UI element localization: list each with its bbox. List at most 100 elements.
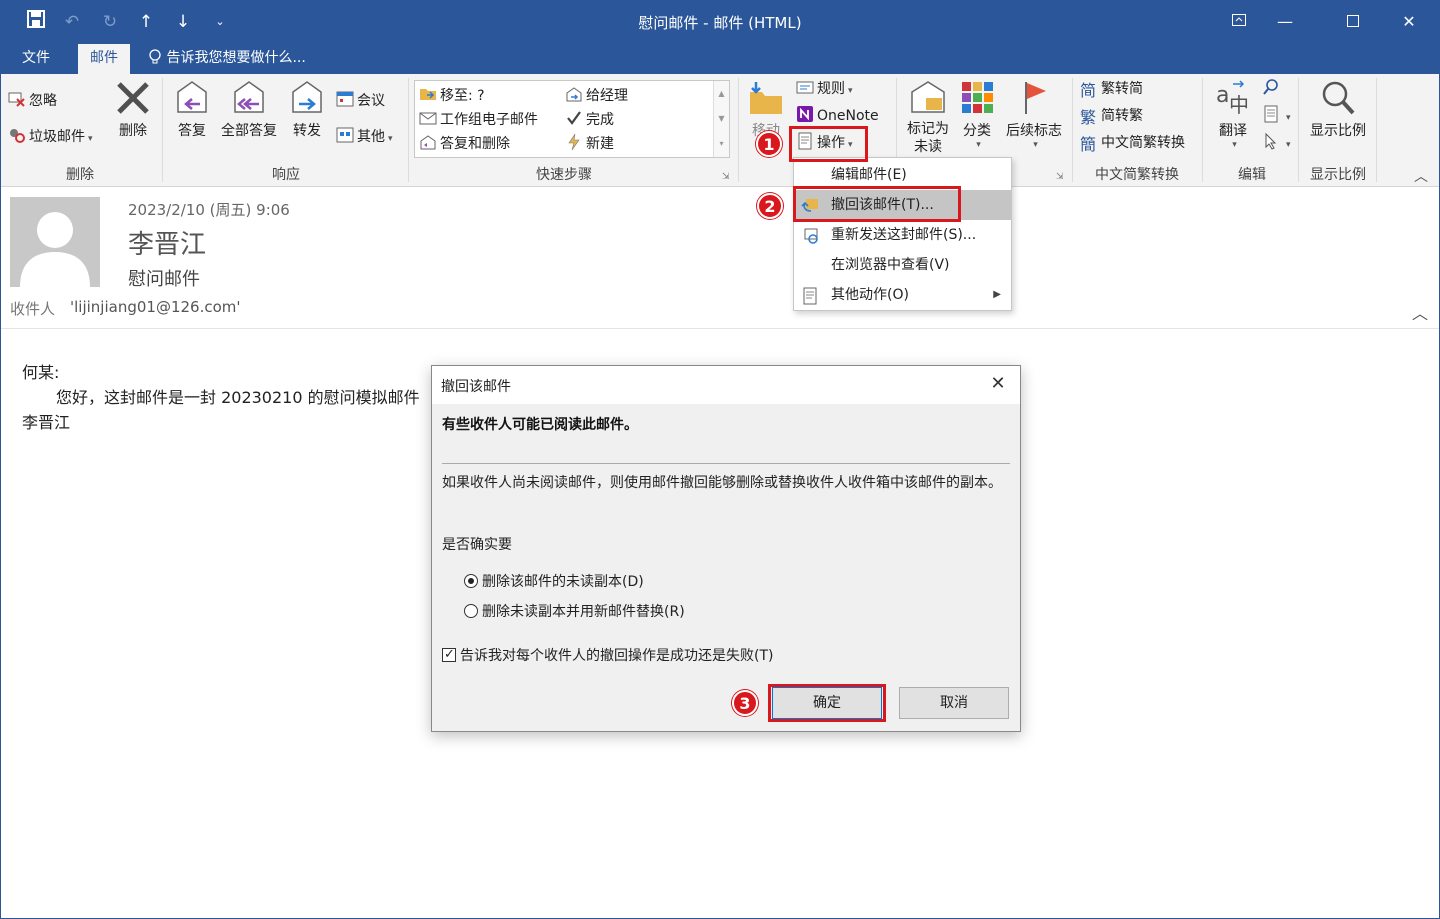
- related-button[interactable]: ▾: [1262, 105, 1291, 127]
- to-recipient[interactable]: 'lijinjiang01@126.com': [70, 298, 241, 316]
- collapse-header-icon[interactable]: ︿: [1412, 300, 1428, 324]
- group-separator: [1376, 78, 1377, 182]
- quick-step-to-manager[interactable]: 给经理: [565, 85, 628, 107]
- tell-me-box[interactable]: 告诉我您想要做什么...: [148, 44, 306, 74]
- radio-button[interactable]: [464, 604, 478, 618]
- zoom-icon: [1322, 81, 1355, 115]
- group-separator: [1202, 78, 1203, 182]
- dialog-launcher-icon[interactable]: ⇲: [1056, 172, 1064, 182]
- menu-item-view-in-browser[interactable]: 在浏览器中查看(V): [794, 250, 1011, 280]
- chinese-conversion-button[interactable]: 簡中文简繁转换: [1080, 132, 1185, 154]
- radio-delete-unread[interactable]: 删除该邮件的未读副本(D): [464, 572, 644, 592]
- quick-step-team-email[interactable]: 工作组电子邮件: [419, 109, 538, 131]
- close-icon[interactable]: ✕: [1386, 4, 1432, 40]
- group-separator: [1072, 78, 1073, 182]
- group-label-delete: 删除: [66, 167, 94, 183]
- chevron-down-icon: ▾: [1033, 140, 1038, 150]
- maximize-icon[interactable]: [1330, 4, 1376, 40]
- svg-text:中: 中: [1229, 93, 1249, 117]
- message-subject: 慰问邮件: [128, 269, 200, 290]
- reply-delete-icon: [419, 133, 437, 151]
- find-button[interactable]: [1262, 78, 1283, 100]
- gallery-more-icon[interactable]: ▾: [714, 131, 729, 156]
- dialog-question: 是否确实要: [442, 537, 512, 553]
- quick-step-move-to[interactable]: 移至: ?: [419, 85, 485, 107]
- reply-button[interactable]: 答复: [168, 78, 216, 140]
- onenote-button[interactable]: OneNote: [796, 105, 879, 127]
- to-simplified-button[interactable]: 简繁转简: [1080, 78, 1143, 100]
- scroll-down-icon[interactable]: ▼: [714, 106, 729, 131]
- translate-button[interactable]: a中 翻译 ▾: [1208, 78, 1258, 150]
- cancel-button[interactable]: 取消: [899, 687, 1009, 719]
- group-separator: [162, 78, 163, 182]
- mark-unread-icon: [911, 81, 945, 113]
- move-folder-icon: [750, 82, 782, 114]
- group-label-editing: 编辑: [1238, 167, 1266, 183]
- more-respond-icon: [336, 126, 354, 144]
- menu-item-other-actions[interactable]: 其他动作(O) ▶: [794, 280, 1011, 310]
- notify-checkbox-row[interactable]: 告诉我对每个收件人的撤回操作是成功还是失败(T): [442, 645, 773, 666]
- traditional-char-icon: 简: [1080, 81, 1097, 100]
- dialog-close-icon[interactable]: ✕: [986, 372, 1010, 396]
- message-sender[interactable]: 李晋江: [128, 224, 206, 261]
- step-badge-2: 2: [757, 193, 783, 219]
- zoom-button[interactable]: 显示比例: [1302, 78, 1374, 140]
- chevron-down-icon: ▾: [88, 134, 93, 144]
- dialog-title-bar: 撤回该邮件 ✕: [432, 366, 1020, 404]
- notify-checkbox[interactable]: [442, 645, 456, 665]
- menu-item-resend-message[interactable]: 重新发送这封邮件(S)...: [794, 220, 1011, 250]
- meeting-icon: [336, 90, 354, 108]
- body-paragraph: 您好，这封邮件是一封 20230210 的慰问模拟邮件: [56, 388, 420, 407]
- reply-all-button[interactable]: 全部答复: [216, 78, 282, 140]
- delete-button[interactable]: 删除: [110, 78, 156, 140]
- minimize-icon[interactable]: —: [1262, 4, 1308, 40]
- categorize-button[interactable]: 分类 ▾: [956, 78, 998, 150]
- simplified-char-icon: 繁: [1080, 108, 1097, 127]
- team-email-icon: [419, 109, 437, 127]
- ribbon-display-options-icon[interactable]: [1216, 4, 1262, 40]
- meeting-button[interactable]: 会议: [336, 90, 385, 112]
- follow-up-button[interactable]: 后续标志 ▾: [1002, 78, 1066, 150]
- tab-file[interactable]: 文件: [10, 44, 62, 74]
- actions-menu: 编辑邮件(E) 撤回该邮件(T)... 重新发送这封邮件(S)... 在浏览器中…: [793, 157, 1012, 311]
- highlight-box-recall: [793, 186, 961, 222]
- collapse-ribbon-icon[interactable]: ︿: [1414, 166, 1428, 186]
- resend-icon: [801, 226, 819, 244]
- select-button[interactable]: ▾: [1262, 132, 1291, 154]
- junk-button[interactable]: 垃圾邮件 ▾: [8, 126, 93, 148]
- group-label-zoom: 显示比例: [1310, 167, 1366, 183]
- radio-delete-and-replace[interactable]: 删除未读副本并用新邮件替换(R): [464, 602, 685, 622]
- step-badge-3: 3: [732, 690, 758, 716]
- scroll-up-icon[interactable]: ▲: [714, 81, 729, 106]
- lightning-icon: [565, 133, 583, 151]
- more-respond-button[interactable]: 其他 ▾: [336, 126, 393, 148]
- mark-unread-button[interactable]: 标记为未读: [902, 78, 954, 156]
- forward-button[interactable]: 转发: [284, 78, 330, 140]
- junk-icon: [8, 126, 26, 144]
- checkmark-icon: [565, 109, 583, 127]
- quick-steps-scrollbar[interactable]: ▲ ▼ ▾: [713, 81, 729, 157]
- quick-step-create-new[interactable]: 新建: [565, 133, 614, 155]
- dialog-launcher-icon[interactable]: ⇲: [722, 172, 730, 182]
- ignore-button[interactable]: 忽略: [8, 90, 57, 112]
- highlight-box-ok: [768, 684, 886, 722]
- title-bar: ↶ ↻ ↑ ↓ ⌄ 慰问邮件 - 邮件 (HTML) — ✕: [0, 0, 1440, 44]
- categorize-icon: [962, 82, 993, 113]
- quick-step-reply-delete[interactable]: 答复和删除: [419, 133, 510, 155]
- quick-step-done[interactable]: 完成: [565, 109, 614, 131]
- tab-message[interactable]: 邮件: [78, 44, 130, 74]
- translate-icon: a中: [1216, 80, 1249, 117]
- to-manager-icon: [565, 85, 583, 103]
- chevron-down-icon: ▾: [976, 140, 981, 150]
- to-label: 收件人: [10, 300, 56, 318]
- header-divider: [0, 328, 1440, 329]
- rules-button[interactable]: 规则 ▾: [796, 78, 853, 100]
- quick-steps-gallery: 移至: ? 工作组电子邮件 答复和删除 给经理 完成 新建 ▲ ▼ ▾: [414, 80, 730, 158]
- document-icon: [1262, 105, 1280, 123]
- group-label-quick-steps: 快速步骤: [536, 167, 592, 183]
- to-traditional-button[interactable]: 繁简转繁: [1080, 105, 1143, 127]
- radio-button-selected[interactable]: [464, 574, 478, 588]
- lightbulb-icon: [148, 49, 166, 66]
- chevron-down-icon: ▾: [848, 86, 853, 96]
- reply-all-icon: [234, 81, 264, 113]
